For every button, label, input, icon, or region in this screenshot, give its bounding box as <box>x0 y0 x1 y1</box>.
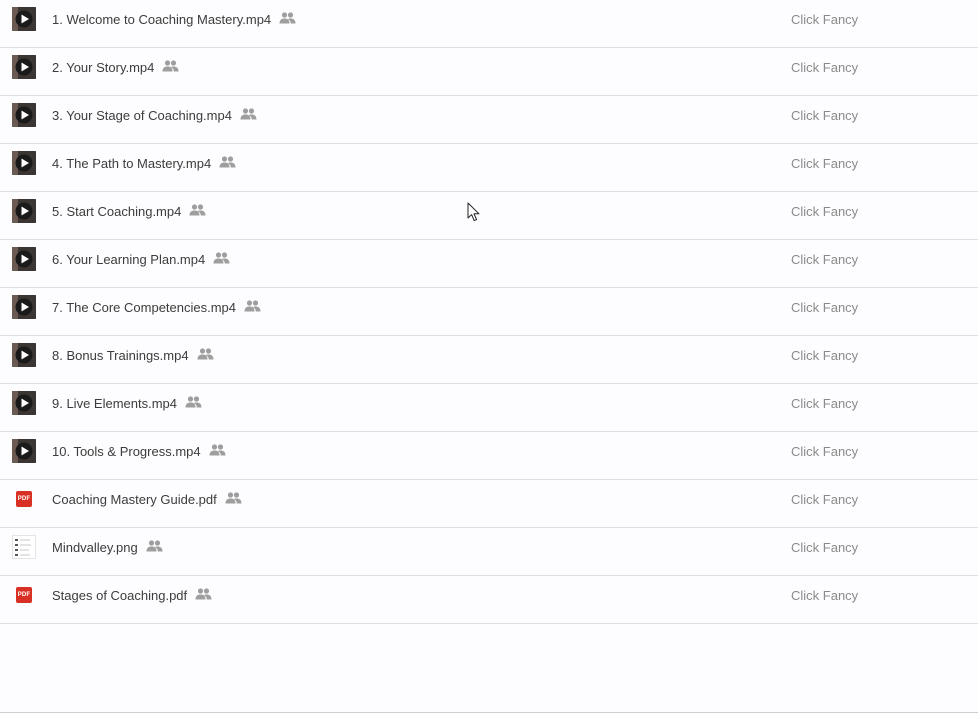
shared-people-icon <box>146 539 163 552</box>
file-name[interactable]: Stages of Coaching.pdf <box>52 587 212 603</box>
mouse-cursor-icon <box>467 202 481 222</box>
file-owner: Click Fancy <box>791 492 859 507</box>
file-name-text: Mindvalley.png <box>52 540 138 555</box>
video-thumbnail-icon <box>12 55 36 79</box>
file-name-text: 8. Bonus Trainings.mp4 <box>52 348 189 363</box>
file-owner: Click Fancy <box>791 108 859 123</box>
file-name-text: Stages of Coaching.pdf <box>52 588 188 603</box>
shared-people-icon <box>189 203 206 216</box>
file-row[interactable]: 1. Welcome to Coaching Mastery.mp4 Click… <box>0 0 978 48</box>
file-name[interactable]: 2. Your Story.mp4 <box>52 59 179 75</box>
video-thumbnail-icon <box>12 295 36 319</box>
file-name[interactable]: 10. Tools & Progress.mp4 <box>52 443 226 459</box>
file-row[interactable]: 5. Start Coaching.mp4 Click Fancy <box>0 192 978 240</box>
video-thumbnail-icon <box>12 391 36 415</box>
file-name-text: 4. The Path to Mastery.mp4 <box>52 156 212 171</box>
file-name-text: 6. Your Learning Plan.mp4 <box>52 252 206 267</box>
file-row[interactable]: 10. Tools & Progress.mp4 Click Fancy <box>0 432 978 480</box>
video-thumbnail-icon <box>12 247 36 271</box>
file-row[interactable]: 2. Your Story.mp4 Click Fancy <box>0 48 978 96</box>
file-row[interactable]: 8. Bonus Trainings.mp4 Click Fancy <box>0 336 978 384</box>
file-owner: Click Fancy <box>791 588 859 603</box>
pdf-icon: PDF <box>12 487 36 511</box>
file-name[interactable]: 1. Welcome to Coaching Mastery.mp4 <box>52 11 296 27</box>
shared-people-icon <box>225 491 242 504</box>
file-row[interactable]: PDF Stages of Coaching.pdf Click Fancy <box>0 576 978 624</box>
file-name-text: 2. Your Story.mp4 <box>52 60 155 75</box>
file-owner: Click Fancy <box>791 348 859 363</box>
pdf-badge: PDF <box>16 587 32 603</box>
file-name-text: 3. Your Stage of Coaching.mp4 <box>52 108 232 123</box>
shared-people-icon <box>213 251 230 264</box>
file-name[interactable]: 4. The Path to Mastery.mp4 <box>52 155 236 171</box>
video-thumbnail-icon <box>12 7 36 31</box>
file-row[interactable]: 4. The Path to Mastery.mp4 Click Fancy <box>0 144 978 192</box>
file-owner: Click Fancy <box>791 444 859 459</box>
file-name-text: 10. Tools & Progress.mp4 <box>52 444 201 459</box>
shared-people-icon <box>279 11 296 24</box>
file-name-text: 9. Live Elements.mp4 <box>52 396 178 411</box>
pdf-badge: PDF <box>16 491 32 507</box>
file-row[interactable]: Mindvalley.png Click Fancy <box>0 528 978 576</box>
file-name-text: 1. Welcome to Coaching Mastery.mp4 <box>52 12 272 27</box>
file-name[interactable]: 7. The Core Competencies.mp4 <box>52 299 261 315</box>
shared-people-icon <box>209 443 226 456</box>
file-name[interactable]: 6. Your Learning Plan.mp4 <box>52 251 230 267</box>
file-row[interactable]: 9. Live Elements.mp4 Click Fancy <box>0 384 978 432</box>
video-thumbnail-icon <box>12 199 36 223</box>
file-owner: Click Fancy <box>791 204 859 219</box>
file-name-text: 5. Start Coaching.mp4 <box>52 204 182 219</box>
shared-people-icon <box>219 155 236 168</box>
file-name-text: 7. The Core Competencies.mp4 <box>52 300 237 315</box>
file-name[interactable]: 5. Start Coaching.mp4 <box>52 203 206 219</box>
video-thumbnail-icon <box>12 151 36 175</box>
file-row[interactable]: PDF Coaching Mastery Guide.pdf Click Fan… <box>0 480 978 528</box>
bottom-divider <box>0 712 978 713</box>
video-thumbnail-icon <box>12 343 36 367</box>
file-owner: Click Fancy <box>791 540 859 555</box>
file-owner: Click Fancy <box>791 60 859 75</box>
shared-people-icon <box>195 587 212 600</box>
shared-people-icon <box>240 107 257 120</box>
image-thumbnail-icon <box>12 535 36 559</box>
file-row[interactable]: 3. Your Stage of Coaching.mp4 Click Fanc… <box>0 96 978 144</box>
video-thumbnail-icon <box>12 103 36 127</box>
pdf-icon: PDF <box>12 583 36 607</box>
file-name[interactable]: 9. Live Elements.mp4 <box>52 395 202 411</box>
file-list: 1. Welcome to Coaching Mastery.mp4 Click… <box>0 0 978 624</box>
file-owner: Click Fancy <box>791 12 859 27</box>
shared-people-icon <box>185 395 202 408</box>
file-row[interactable]: 6. Your Learning Plan.mp4 Click Fancy <box>0 240 978 288</box>
shared-people-icon <box>197 347 214 360</box>
shared-people-icon <box>162 59 179 72</box>
file-name[interactable]: 8. Bonus Trainings.mp4 <box>52 347 214 363</box>
file-name[interactable]: Coaching Mastery Guide.pdf <box>52 491 242 507</box>
file-name[interactable]: Mindvalley.png <box>52 539 163 555</box>
file-row[interactable]: 7. The Core Competencies.mp4 Click Fancy <box>0 288 978 336</box>
file-name[interactable]: 3. Your Stage of Coaching.mp4 <box>52 107 257 123</box>
file-owner: Click Fancy <box>791 300 859 315</box>
video-thumbnail-icon <box>12 439 36 463</box>
file-name-text: Coaching Mastery Guide.pdf <box>52 492 217 507</box>
file-owner: Click Fancy <box>791 156 859 171</box>
file-owner: Click Fancy <box>791 396 859 411</box>
shared-people-icon <box>244 299 261 312</box>
file-owner: Click Fancy <box>791 252 859 267</box>
